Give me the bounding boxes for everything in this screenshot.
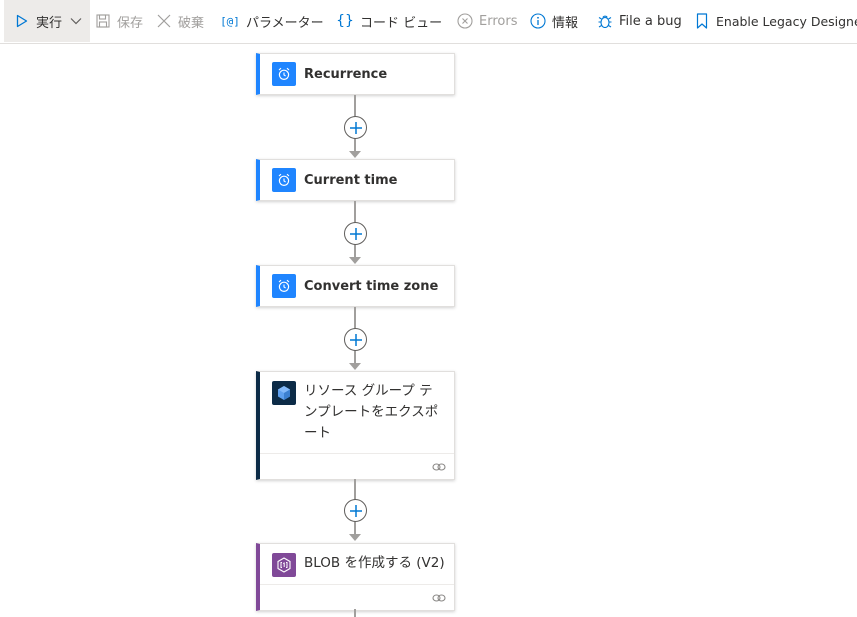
alarm-clock-icon xyxy=(272,274,296,298)
play-icon xyxy=(14,13,30,29)
add-step-button[interactable] xyxy=(344,116,367,139)
workflow-canvas: Recurrence Current time Convert time zon… xyxy=(0,44,857,617)
code-view-button[interactable]: {} コード ビュー xyxy=(336,0,442,42)
parameters-button[interactable]: [@] パラメーター xyxy=(220,0,324,42)
arrow-icon xyxy=(349,534,361,541)
save-button[interactable]: 保存 xyxy=(95,0,143,42)
errors-button[interactable]: Errors xyxy=(457,0,517,42)
parameters-icon: [@] xyxy=(220,14,240,28)
discard-button[interactable]: 破棄 xyxy=(156,0,204,42)
workflow-step-recurrence[interactable]: Recurrence xyxy=(256,53,455,95)
step-title: BLOB を作成する (V2) xyxy=(304,555,445,571)
add-step-button[interactable] xyxy=(344,328,367,351)
save-icon xyxy=(95,13,111,29)
workflow-step-export-resource-group-template[interactable]: リソース グループ テンプレートをエクスポート xyxy=(256,371,455,480)
designer-toolbar: 実行 保存 破棄 [@] パラメーター {} コード ビュー Errors 情報 xyxy=(0,0,857,44)
close-icon xyxy=(156,13,172,29)
error-circle-icon xyxy=(457,13,473,29)
workflow-step-convert-time-zone[interactable]: Convert time zone xyxy=(256,265,455,307)
arrow-icon xyxy=(349,363,361,370)
file-bug-button[interactable]: File a bug xyxy=(597,0,682,42)
file-bug-label: File a bug xyxy=(619,13,682,29)
info-button[interactable]: 情報 xyxy=(530,0,578,42)
info-icon xyxy=(530,13,546,29)
step-title: Convert time zone xyxy=(304,278,439,294)
plus-icon xyxy=(349,333,362,346)
save-label: 保存 xyxy=(117,15,144,31)
resource-cube-icon xyxy=(272,381,296,405)
connection-link-icon[interactable] xyxy=(432,457,446,476)
discard-label: 破棄 xyxy=(178,15,205,31)
step-title: Current time xyxy=(304,172,398,188)
parameters-label: パラメーター xyxy=(246,15,324,31)
plus-icon xyxy=(349,504,362,517)
errors-label: Errors xyxy=(479,13,518,29)
legacy-designer-label: Enable Legacy Designer xyxy=(716,13,857,29)
arrow-icon xyxy=(349,151,361,158)
chevron-down-icon[interactable] xyxy=(70,17,82,25)
workflow-step-current-time[interactable]: Current time xyxy=(256,159,455,201)
step-title: リソース グループ テンプレートをエクスポート xyxy=(304,383,439,441)
connection-link-icon[interactable] xyxy=(432,588,446,607)
bookmark-icon xyxy=(694,13,710,29)
legacy-designer-button[interactable]: Enable Legacy Designer xyxy=(694,0,857,42)
blob-storage-icon xyxy=(272,553,296,577)
run-button[interactable]: 実行 xyxy=(4,0,90,42)
plus-icon xyxy=(349,121,362,134)
arrow-icon xyxy=(349,257,361,264)
info-label: 情報 xyxy=(552,15,579,31)
run-label: 実行 xyxy=(36,15,63,31)
step-title: Recurrence xyxy=(304,66,388,82)
bug-icon xyxy=(597,13,613,29)
connector-line xyxy=(354,609,356,617)
plus-icon xyxy=(349,227,362,240)
add-step-button[interactable] xyxy=(344,499,367,522)
workflow-step-create-blob[interactable]: BLOB を作成する (V2) xyxy=(256,543,455,611)
alarm-clock-icon xyxy=(272,62,296,86)
alarm-clock-icon xyxy=(272,168,296,192)
code-view-label: コード ビュー xyxy=(360,15,443,31)
braces-icon: {} xyxy=(336,13,354,29)
add-step-button[interactable] xyxy=(344,222,367,245)
